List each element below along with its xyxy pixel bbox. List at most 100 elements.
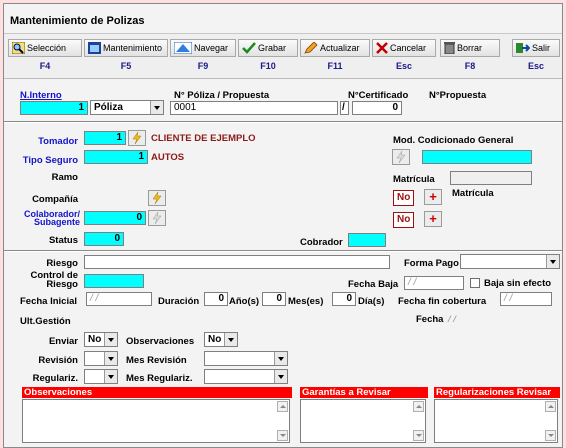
enviar-label: Enviar [48, 336, 78, 347]
poliza-field[interactable]: 0001 [170, 101, 338, 115]
scroll-down-icon[interactable] [277, 430, 288, 441]
chevron-down-icon [224, 333, 237, 346]
policy-maintenance-window: Mantenimiento de Polizas Selección Mante… [3, 3, 563, 448]
grabar-button[interactable]: Grabar [238, 39, 298, 57]
mes-revision-label: Mes Revisión [126, 355, 187, 366]
chevron-down-icon [274, 352, 287, 365]
fecha-label: Fecha [416, 314, 444, 325]
certificado-label: N°Certificado [348, 90, 409, 101]
tipo-seguro-field[interactable]: 1 [84, 150, 148, 164]
fecha-value: / / [448, 314, 456, 325]
chevron-down-icon [104, 352, 117, 365]
observaciones-label: Observaciones [126, 336, 195, 347]
scroll-down-icon[interactable] [545, 430, 556, 441]
divider [4, 121, 562, 123]
riesgo-field[interactable] [84, 255, 390, 269]
fecha-baja-label: Fecha Baja [348, 279, 399, 290]
cancelar-button[interactable]: Cancelar [372, 39, 436, 57]
borrar-button[interactable]: Borrar [440, 39, 500, 57]
colaborador-field[interactable]: 0 [84, 211, 146, 225]
scroll-down-icon[interactable] [413, 430, 424, 441]
cobrador-label: Cobrador [300, 237, 343, 248]
scroll-up-icon[interactable] [413, 401, 424, 412]
mod-condicionado-field[interactable] [422, 150, 532, 164]
fecha-baja-field[interactable]: / / [404, 276, 464, 290]
grabar-label: Grabar [258, 43, 287, 53]
observaciones-textarea[interactable] [22, 399, 290, 443]
mantenimiento-button[interactable]: Mantenimiento [84, 39, 168, 57]
trash-icon [444, 42, 455, 54]
add-button-2[interactable]: + [424, 211, 442, 227]
mes-regulariz-select[interactable] [204, 369, 288, 384]
chevron-down-icon [150, 101, 163, 114]
cobrador-field[interactable] [348, 233, 386, 247]
divider [4, 250, 562, 252]
plus-icon: + [429, 189, 437, 204]
exit-icon [516, 43, 530, 53]
fkey-f5: F5 [120, 61, 132, 71]
tipo-select[interactable]: Póliza [90, 100, 164, 115]
salir-button[interactable]: Salir [512, 39, 560, 57]
regulariz-label: Regulariz. [32, 373, 78, 384]
no-toggle-2[interactable]: No [393, 212, 415, 228]
navegar-button[interactable]: Navegar [170, 39, 236, 57]
control-riesgo-label: Control de Riesgo [30, 270, 79, 290]
forma-pago-select[interactable] [460, 254, 560, 269]
navigate-icon [174, 42, 192, 54]
duracion-label: Duración [158, 296, 200, 307]
dias-field[interactable]: 0 [332, 292, 356, 306]
colaborador-lookup-button[interactable] [148, 210, 166, 226]
garantias-textarea[interactable] [300, 399, 426, 443]
regulariz-select[interactable] [84, 369, 118, 384]
mod-condicionado-label: Mod. Codicionado General [393, 135, 514, 146]
baja-sin-efecto-checkbox[interactable] [470, 278, 480, 288]
tipo-seguro-name: AUTOS [151, 152, 185, 163]
control-riesgo-field[interactable] [84, 274, 144, 288]
mantenimiento-label: Mantenimiento [103, 43, 163, 53]
seleccion-label: Selección [27, 43, 67, 53]
certificado-field[interactable]: / [340, 101, 349, 115]
tomador-lookup-button[interactable] [128, 130, 146, 146]
fkey-f10: F10 [260, 61, 276, 71]
colaborador-label: Colaborador/ Subagente [23, 209, 80, 227]
enviar-select-value: No [88, 334, 102, 345]
tomador-field[interactable]: 1 [84, 131, 126, 145]
mes-revision-select[interactable] [204, 351, 288, 366]
revision-select[interactable] [84, 351, 118, 366]
meses-field[interactable]: 0 [262, 292, 286, 306]
chevron-down-icon [274, 370, 287, 383]
fecha-fin-field[interactable]: / / [500, 292, 552, 306]
meses-label: Mes(es) [288, 296, 324, 307]
fkey-f8: F8 [464, 61, 476, 71]
anos-field[interactable]: 0 [204, 292, 228, 306]
fkey-esc-cancel: Esc [395, 61, 412, 71]
no-toggle-1[interactable]: No [393, 190, 415, 206]
status-field[interactable]: 0 [84, 232, 124, 246]
fecha-inicial-field[interactable]: / / [86, 292, 152, 306]
status-label: Status [48, 235, 78, 246]
enviar-select[interactable]: No [84, 332, 118, 347]
add-button-1[interactable]: + [424, 189, 442, 205]
lightning-icon [152, 192, 162, 204]
mod-lookup-button[interactable] [392, 149, 410, 165]
propuesta-label: N°Propuesta [429, 90, 487, 101]
actualizar-button[interactable]: Actualizar [300, 39, 370, 57]
seleccion-button[interactable]: Selección [8, 39, 82, 57]
scroll-up-icon[interactable] [545, 401, 556, 412]
n-interno-field[interactable]: 1 [20, 101, 88, 115]
propuesta-field[interactable]: 0 [352, 101, 402, 115]
scroll-up-icon[interactable] [277, 401, 288, 412]
cancelar-label: Cancelar [390, 43, 427, 53]
riesgo-label: Riesgo [46, 258, 78, 269]
matricula2-label: Matrícula [452, 188, 494, 199]
matricula-field[interactable] [450, 171, 532, 185]
observaciones-select[interactable]: No [204, 332, 238, 347]
x-icon [376, 42, 388, 54]
ramo-label: Ramo [51, 172, 78, 183]
lightning-icon [396, 151, 406, 163]
forma-pago-label: Forma Pago [404, 258, 459, 269]
matricula-label: Matrícula [393, 174, 435, 185]
regularizaciones-textarea[interactable] [434, 399, 558, 443]
fkey-f4: F4 [39, 61, 51, 71]
compania-lookup-button[interactable] [148, 190, 166, 206]
